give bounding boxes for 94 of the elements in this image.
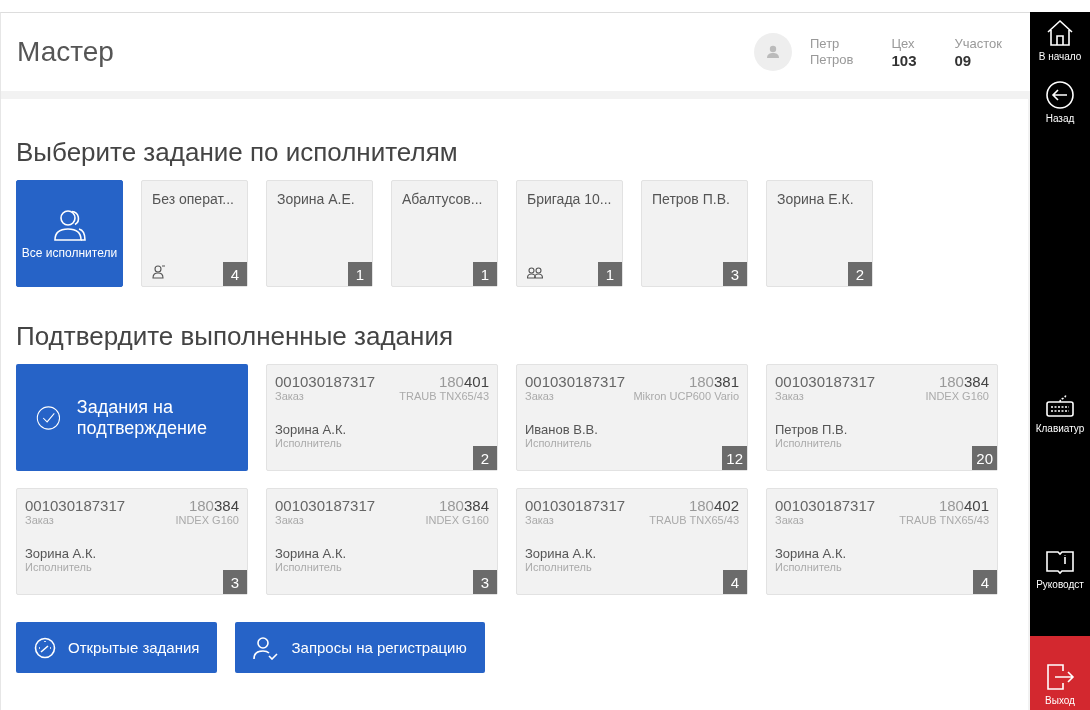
machine-name: INDEX G160 — [925, 390, 989, 402]
executor-name: Зорина А.К. — [775, 546, 848, 561]
sidebar-button[interactable]: Клавиатур — [1030, 384, 1090, 440]
action-button[interactable]: Запросы на регистрацию — [235, 622, 485, 673]
task-card[interactable]: 001030187317 180384 Заказ INDEX G160 Петров П.В. Исполнитель 20 — [766, 364, 998, 471]
order-label: Заказ — [775, 390, 804, 402]
executor-tile[interactable]: Абалтусов... 1 — [391, 180, 498, 287]
order-label: Заказ — [525, 390, 554, 402]
page-title: Мастер — [17, 36, 115, 68]
order-number: 001030187317 — [525, 497, 626, 514]
task-number: 180401 — [438, 373, 489, 390]
order-number: 001030187317 — [25, 497, 126, 514]
order-number: 001030187317 — [525, 373, 626, 390]
count-badge: 2 — [848, 262, 872, 286]
executor-tile[interactable]: Все исполнители — [16, 180, 123, 287]
task-card[interactable]: 001030187317 180401 Заказ TRAUB TNX65/43 Зорина А.К. Исполнитель 2 — [266, 364, 498, 471]
task-number: 180381 — [688, 373, 739, 390]
order-label: Заказ — [525, 514, 554, 526]
executor-label: Исполнитель — [775, 561, 843, 573]
workshop-label: Цех — [891, 35, 916, 52]
order-label: Заказ — [775, 514, 804, 526]
count-badge: 1 — [348, 262, 372, 286]
machine-name: INDEX G160 — [175, 514, 239, 526]
executor-name: Зорина А.К. — [275, 546, 348, 561]
machine-name: Mikron UCP600 Vario — [633, 390, 739, 402]
task-number: 180384 — [938, 373, 989, 390]
task-card[interactable]: 001030187317 180384 Заказ INDEX G160 Зорина А.К. Исполнитель 3 — [16, 488, 248, 595]
section-heading: Подтвердите выполненные задания — [16, 321, 454, 352]
group-icon — [527, 267, 543, 279]
machine-name: TRAUB TNX65/43 — [649, 514, 739, 526]
sidebar-button[interactable]: Руководст — [1030, 540, 1090, 596]
count-badge: 4 — [973, 570, 997, 594]
executor-tile[interactable]: Без операт... 4 — [141, 180, 248, 287]
count-badge: 3 — [723, 262, 747, 286]
count-badge: 4 — [223, 262, 247, 286]
user-first-name: Петр — [810, 36, 841, 52]
workshop-value: 103 — [891, 51, 917, 69]
task-card[interactable]: 001030187317 180381 Заказ Mikron UCP600 Vario Иванов В.В. Исполнитель 12 — [516, 364, 748, 471]
section-heading: Выберите задание по исполнителям — [16, 137, 459, 168]
count-badge: 3 — [473, 570, 497, 594]
executor-label: Исполнитель — [275, 437, 343, 449]
sidebar-button[interactable]: В начало — [1030, 12, 1090, 68]
task-card[interactable]: 001030187317 180401 Заказ TRAUB TNX65/43 Зорина А.К. Исполнитель 4 — [766, 488, 998, 595]
task-number: 180402 — [688, 497, 739, 514]
avatar — [754, 33, 792, 71]
count-badge: 2 — [473, 446, 497, 470]
count-badge: 1 — [598, 262, 622, 286]
task-number: 180401 — [938, 497, 989, 514]
machine-name: TRAUB TNX65/43 — [399, 390, 489, 402]
executor-label: Исполнитель — [525, 561, 593, 573]
executor-name: Зорина А.К. — [25, 546, 98, 561]
user-minus-icon — [152, 265, 166, 279]
order-number: 001030187317 — [275, 497, 376, 514]
executor-tile[interactable]: Петров П.В. 3 — [641, 180, 748, 287]
home-icon — [1045, 18, 1075, 48]
executor-label: Исполнитель — [525, 437, 593, 449]
order-number: 001030187317 — [775, 497, 876, 514]
executor-label: Исполнитель — [275, 561, 343, 573]
count-badge: 1 — [473, 262, 497, 286]
order-label: Заказ — [275, 514, 304, 526]
executor-tile[interactable]: Бригада 10... 1 — [516, 180, 623, 287]
executor-label: Исполнитель — [25, 561, 93, 573]
section-label: Участок — [954, 35, 1002, 52]
task-number: 180384 — [188, 497, 239, 514]
count-badge: 3 — [223, 570, 247, 594]
speedometer-icon — [34, 636, 56, 659]
sidebar-button[interactable]: Назад — [1030, 74, 1090, 130]
count-badge: 12 — [722, 446, 747, 470]
users-icon — [52, 207, 87, 242]
machine-name: TRAUB TNX65/43 — [899, 514, 989, 526]
user-last-name: Петров — [810, 52, 854, 68]
machine-name: INDEX G160 — [425, 514, 489, 526]
order-number: 001030187317 — [775, 373, 876, 390]
task-number: 180384 — [438, 497, 489, 514]
executor-label: Исполнитель — [775, 437, 843, 449]
executor-name: Иванов В.В. — [525, 422, 599, 437]
executor-tile[interactable]: Зорина Е.К. 2 — [766, 180, 873, 287]
user-check-icon — [253, 635, 280, 660]
task-card[interactable]: 001030187317 180402 Заказ TRAUB TNX65/43 Зорина А.К. Исполнитель 4 — [516, 488, 748, 595]
task-card[interactable]: 001030187317 180384 Заказ INDEX G160 Зорина А.К. Исполнитель 3 — [266, 488, 498, 595]
action-button[interactable]: Открытые задания — [16, 622, 218, 673]
executor-name: Петров П.В. — [775, 422, 849, 437]
executor-name: Зорина А.К. — [275, 422, 348, 437]
count-badge: 20 — [972, 446, 997, 470]
order-label: Заказ — [275, 390, 304, 402]
executor-tile[interactable]: Зорина А.Е. 1 — [266, 180, 373, 287]
sidebar-button[interactable]: Выход — [1030, 636, 1090, 710]
order-label: Заказ — [25, 514, 54, 526]
confirm-tasks-button[interactable]: Задания на подтверждение — [16, 364, 248, 471]
exit-icon — [1045, 662, 1075, 692]
order-number: 001030187317 — [275, 373, 376, 390]
executor-name: Зорина А.К. — [525, 546, 598, 561]
count-badge: 4 — [723, 570, 747, 594]
section-value: 09 — [954, 51, 973, 69]
